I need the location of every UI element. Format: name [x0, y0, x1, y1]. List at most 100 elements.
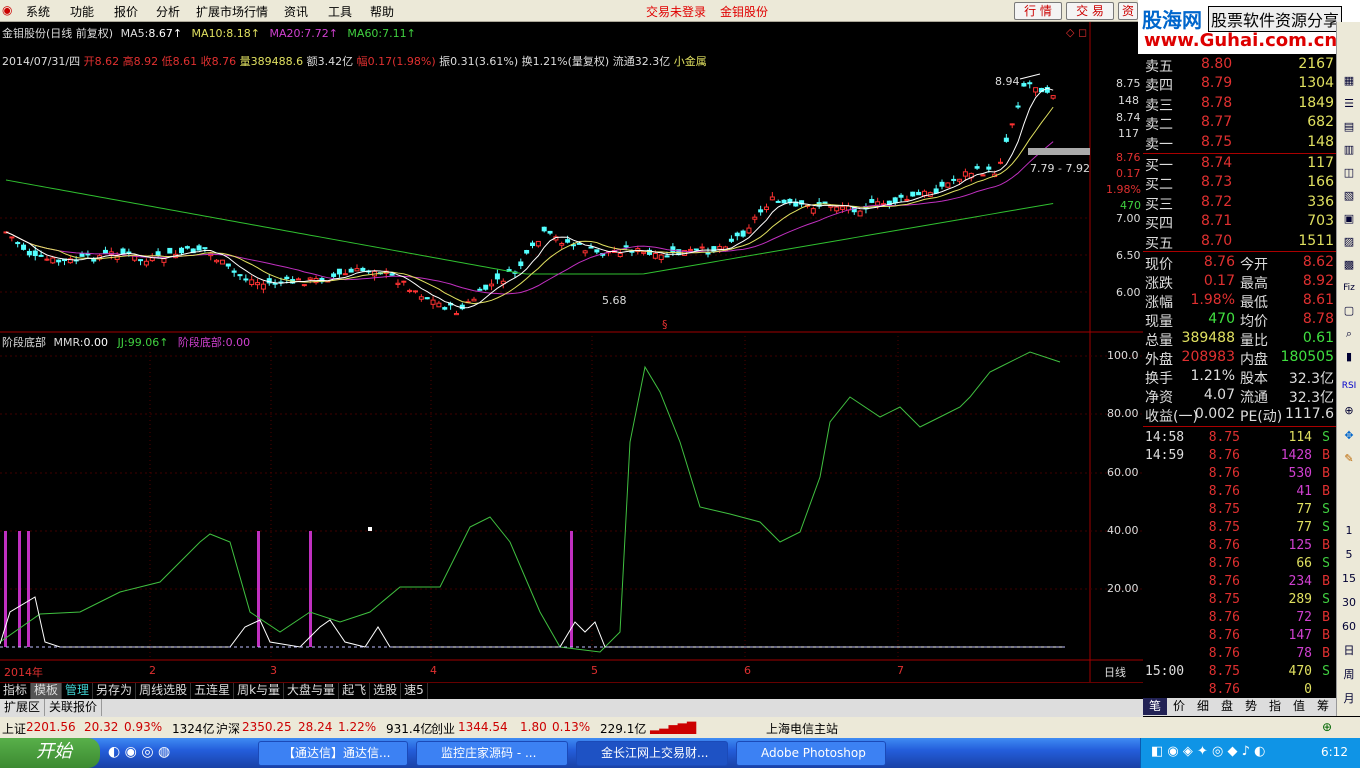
- cy-label[interactable]: 创业: [431, 720, 455, 737]
- buy-level-row[interactable]: 买五 8.70 1511: [1143, 232, 1336, 252]
- start-button[interactable]: 开始: [0, 738, 100, 768]
- pencil-icon[interactable]: ✎: [1340, 450, 1358, 468]
- quote-button[interactable]: 行 情: [1014, 2, 1062, 20]
- rp-tab-trend[interactable]: 势: [1239, 698, 1263, 715]
- kline-chart-svg[interactable]: [0, 22, 1143, 682]
- rp-tab-index[interactable]: 指: [1263, 698, 1287, 715]
- list-icon[interactable]: ☰: [1340, 95, 1358, 113]
- buy-level-row[interactable]: 买四 8.71 703: [1143, 212, 1336, 232]
- candle-body: [231, 270, 237, 273]
- sell-level-row[interactable]: 卖五 8.80 2167: [1143, 55, 1336, 75]
- menu-item-analysis[interactable]: 分析: [156, 3, 180, 20]
- rp-tab-trades[interactable]: 笔: [1143, 698, 1167, 715]
- tab-stock-select[interactable]: 选股: [370, 683, 402, 699]
- kline-icon[interactable]: ▮: [1340, 348, 1358, 366]
- candle-body: [1050, 95, 1056, 99]
- kline-chart-area[interactable]: 金钼股份(日线 前复权) MA5:8.67↑ MA10:8.18↑ MA20:7…: [0, 22, 1143, 697]
- panel-icon[interactable]: ▣: [1340, 210, 1358, 228]
- tab-weekly-k[interactable]: 周k与量: [234, 683, 285, 699]
- sell-level-row[interactable]: 卖三 8.78 1849: [1143, 94, 1336, 114]
- task-trading[interactable]: 金长江网上交易财...: [576, 741, 728, 766]
- candle-body: [301, 284, 307, 287]
- menu-item-system[interactable]: 系统: [26, 3, 50, 20]
- rsi-button[interactable]: RSI: [1340, 377, 1358, 395]
- ext-area-tab[interactable]: 扩展区: [0, 699, 46, 716]
- tab-indicator[interactable]: 指标: [0, 683, 32, 699]
- task-monitor-source[interactable]: 监控庄家源码 - ...: [416, 741, 568, 766]
- info-open-label: 开: [83, 55, 95, 68]
- period-day[interactable]: 日: [1340, 642, 1358, 660]
- buy-level-row[interactable]: 买二 8.73 166: [1143, 173, 1336, 193]
- fiz-button[interactable]: Fiz: [1340, 279, 1358, 297]
- ma5-value: 8.67↑: [148, 27, 183, 40]
- rp-tab-value[interactable]: 值: [1287, 698, 1311, 715]
- sell-level-row[interactable]: 卖二 8.77 682: [1143, 113, 1336, 133]
- menu-item-help[interactable]: 帮助: [370, 3, 394, 20]
- buy-level-row[interactable]: 买一 8.74 117: [1143, 154, 1336, 174]
- zoom-icon[interactable]: ⊕: [1340, 402, 1358, 420]
- layout-icon[interactable]: ▩: [1340, 256, 1358, 274]
- menu-item-quote[interactable]: 报价: [114, 3, 138, 20]
- move-icon[interactable]: ✥: [1340, 427, 1358, 445]
- sell-level-row[interactable]: 卖四 8.79 1304: [1143, 74, 1336, 94]
- timeline-icon[interactable]: ▢: [1340, 302, 1358, 320]
- period-15min[interactable]: 15: [1340, 570, 1358, 588]
- quicklaunch-icons[interactable]: ◐ ◉ ◎ ◍: [108, 744, 170, 760]
- ex-rights-mark[interactable]: §: [662, 318, 668, 331]
- period-5min[interactable]: 5: [1340, 546, 1358, 564]
- bars-icon[interactable]: ▧: [1340, 187, 1358, 205]
- buy-level-row[interactable]: 买三 8.72 336: [1143, 193, 1336, 213]
- related-quote-tab[interactable]: 关联报价: [45, 699, 103, 716]
- task-tdx[interactable]: 【通达信】通达信...: [258, 741, 408, 766]
- candle-body: [687, 248, 693, 251]
- tick-volume: 1428: [1280, 448, 1312, 463]
- candle-body: [1027, 82, 1033, 85]
- diamond-icon[interactable]: ◇ ◻: [1066, 26, 1087, 39]
- candle-body: [881, 203, 886, 206]
- tab-speed5[interactable]: 速5: [401, 683, 428, 699]
- tab-takeoff[interactable]: 起飞: [339, 683, 371, 699]
- server-name[interactable]: 上海电信主站: [766, 720, 838, 737]
- period-30min[interactable]: 30: [1340, 594, 1358, 612]
- menu-item-function[interactable]: 功能: [70, 3, 94, 20]
- rp-tab-detail[interactable]: 细: [1191, 698, 1215, 715]
- chart-icon[interactable]: ▥: [1340, 141, 1358, 159]
- period-60min[interactable]: 60: [1340, 618, 1358, 636]
- indicator-name[interactable]: 阶段底部: [2, 336, 46, 349]
- period-1min[interactable]: 1: [1340, 522, 1358, 540]
- connection-icon[interactable]: ⊕: [1322, 720, 1332, 734]
- tray-icons[interactable]: ◧ ◉ ◈ ✦ ◎ ◆ ♪ ◐: [1151, 744, 1265, 759]
- sh-label[interactable]: 上证: [2, 720, 26, 737]
- period-month[interactable]: 月: [1340, 690, 1358, 708]
- task-photoshop[interactable]: Adobe Photoshop: [736, 741, 886, 766]
- magnifier-icon[interactable]: ⌕: [1340, 325, 1358, 343]
- rp-tab-price[interactable]: 价: [1167, 698, 1191, 715]
- menu-item-ext-market[interactable]: 扩展市场行情: [196, 3, 268, 20]
- rp-tab-chips[interactable]: 筹: [1311, 698, 1335, 715]
- stat-label: 涨跌: [1145, 276, 1173, 292]
- tab-market-vol[interactable]: 大盘与量: [284, 683, 340, 699]
- app-icon[interactable]: ◉: [2, 3, 12, 17]
- window-icon[interactable]: ◫: [1340, 164, 1358, 182]
- candle-body: [413, 290, 418, 293]
- tick-price: 8.76: [1208, 682, 1240, 697]
- sell-level-row[interactable]: 卖一 8.75 148: [1143, 133, 1336, 153]
- tick-row: 8.75 289 S: [1143, 591, 1336, 609]
- period-label[interactable]: 日线: [1104, 664, 1126, 680]
- tab-manage[interactable]: 管理: [62, 683, 94, 699]
- hs-label[interactable]: 沪深: [216, 720, 240, 737]
- candle-body: [179, 247, 184, 254]
- trade-button[interactable]: 交 易: [1066, 2, 1114, 20]
- tab-weekly-select[interactable]: 周线选股: [136, 683, 192, 699]
- tab-template[interactable]: 模板: [31, 683, 63, 699]
- menu-item-news[interactable]: 资讯: [284, 3, 308, 20]
- grid-icon[interactable]: ▦: [1340, 72, 1358, 90]
- split-icon[interactable]: ▨: [1340, 233, 1358, 251]
- news-button[interactable]: 资: [1118, 2, 1138, 20]
- menu-item-tools[interactable]: 工具: [328, 3, 352, 20]
- table-icon[interactable]: ▤: [1340, 118, 1358, 136]
- period-week[interactable]: 周: [1340, 666, 1358, 684]
- tab-save-as[interactable]: 另存为: [93, 683, 137, 699]
- rp-tab-board[interactable]: 盘: [1215, 698, 1239, 715]
- tab-five-stars[interactable]: 五连星: [191, 683, 235, 699]
